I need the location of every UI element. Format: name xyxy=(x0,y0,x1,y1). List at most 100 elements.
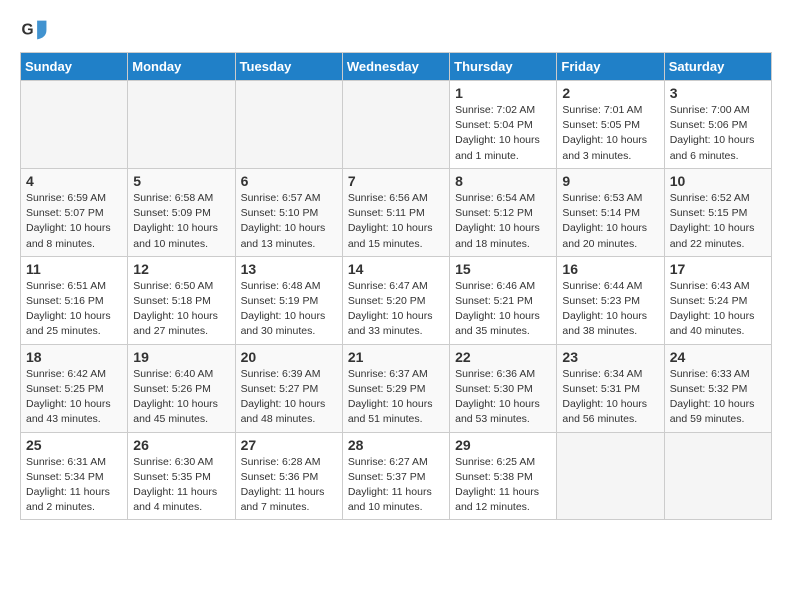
calendar-week-row: 18 Sunrise: 6:42 AM Sunset: 5:25 PM Dayli… xyxy=(21,344,772,432)
day-number: 28 xyxy=(348,437,444,453)
day-number: 24 xyxy=(670,349,766,365)
day-info: Sunrise: 7:01 AM Sunset: 5:05 PM Dayligh… xyxy=(562,103,658,164)
day-info: Sunrise: 6:27 AM Sunset: 5:37 PM Dayligh… xyxy=(348,455,444,516)
calendar-day-cell: 12 Sunrise: 6:50 AM Sunset: 5:18 PM Dayli… xyxy=(128,256,235,344)
day-info: Sunrise: 6:40 AM Sunset: 5:26 PM Dayligh… xyxy=(133,367,229,428)
calendar-day-cell: 1 Sunrise: 7:02 AM Sunset: 5:04 PM Daylig… xyxy=(450,81,557,169)
day-info: Sunrise: 7:00 AM Sunset: 5:06 PM Dayligh… xyxy=(670,103,766,164)
day-info: Sunrise: 6:34 AM Sunset: 5:31 PM Dayligh… xyxy=(562,367,658,428)
day-info: Sunrise: 6:28 AM Sunset: 5:36 PM Dayligh… xyxy=(241,455,337,516)
day-number: 7 xyxy=(348,173,444,189)
weekday-header-cell: Friday xyxy=(557,53,664,81)
calendar-day-cell: 22 Sunrise: 6:36 AM Sunset: 5:30 PM Dayli… xyxy=(450,344,557,432)
day-info: Sunrise: 6:59 AM Sunset: 5:07 PM Dayligh… xyxy=(26,191,122,252)
calendar-day-cell: 7 Sunrise: 6:56 AM Sunset: 5:11 PM Daylig… xyxy=(342,168,449,256)
calendar-day-cell: 13 Sunrise: 6:48 AM Sunset: 5:19 PM Dayli… xyxy=(235,256,342,344)
day-info: Sunrise: 6:48 AM Sunset: 5:19 PM Dayligh… xyxy=(241,279,337,340)
day-number: 19 xyxy=(133,349,229,365)
day-number: 12 xyxy=(133,261,229,277)
day-number: 20 xyxy=(241,349,337,365)
calendar-week-row: 1 Sunrise: 7:02 AM Sunset: 5:04 PM Daylig… xyxy=(21,81,772,169)
day-info: Sunrise: 6:50 AM Sunset: 5:18 PM Dayligh… xyxy=(133,279,229,340)
day-info: Sunrise: 6:39 AM Sunset: 5:27 PM Dayligh… xyxy=(241,367,337,428)
day-number: 13 xyxy=(241,261,337,277)
day-number: 29 xyxy=(455,437,551,453)
day-number: 27 xyxy=(241,437,337,453)
day-number: 23 xyxy=(562,349,658,365)
calendar-day-cell: 8 Sunrise: 6:54 AM Sunset: 5:12 PM Daylig… xyxy=(450,168,557,256)
calendar-day-cell: 11Sunrise: 6:51 AM Sunset: 5:16 PM Dayli… xyxy=(21,256,128,344)
day-number: 10 xyxy=(670,173,766,189)
day-info: Sunrise: 6:53 AM Sunset: 5:14 PM Dayligh… xyxy=(562,191,658,252)
day-info: Sunrise: 6:36 AM Sunset: 5:30 PM Dayligh… xyxy=(455,367,551,428)
weekday-header-cell: Monday xyxy=(128,53,235,81)
calendar-week-row: 11Sunrise: 6:51 AM Sunset: 5:16 PM Dayli… xyxy=(21,256,772,344)
weekday-header-cell: Sunday xyxy=(21,53,128,81)
day-info: Sunrise: 6:25 AM Sunset: 5:38 PM Dayligh… xyxy=(455,455,551,516)
day-info: Sunrise: 6:44 AM Sunset: 5:23 PM Dayligh… xyxy=(562,279,658,340)
calendar-week-row: 4 Sunrise: 6:59 AM Sunset: 5:07 PM Daylig… xyxy=(21,168,772,256)
day-info: Sunrise: 6:54 AM Sunset: 5:12 PM Dayligh… xyxy=(455,191,551,252)
svg-text:G: G xyxy=(22,22,34,39)
day-number: 15 xyxy=(455,261,551,277)
day-number: 16 xyxy=(562,261,658,277)
day-number: 25 xyxy=(26,437,122,453)
day-number: 11 xyxy=(26,261,122,277)
day-info: Sunrise: 6:56 AM Sunset: 5:11 PM Dayligh… xyxy=(348,191,444,252)
weekday-header-cell: Wednesday xyxy=(342,53,449,81)
logo-icon: G xyxy=(20,16,48,44)
day-number: 3 xyxy=(670,85,766,101)
calendar-day-cell: 5 Sunrise: 6:58 AM Sunset: 5:09 PM Daylig… xyxy=(128,168,235,256)
day-info: Sunrise: 6:31 AM Sunset: 5:34 PM Dayligh… xyxy=(26,455,122,516)
day-info: Sunrise: 6:33 AM Sunset: 5:32 PM Dayligh… xyxy=(670,367,766,428)
calendar-day-cell xyxy=(664,432,771,520)
day-number: 18 xyxy=(26,349,122,365)
day-info: Sunrise: 6:46 AM Sunset: 5:21 PM Dayligh… xyxy=(455,279,551,340)
day-info: Sunrise: 6:43 AM Sunset: 5:24 PM Dayligh… xyxy=(670,279,766,340)
day-number: 4 xyxy=(26,173,122,189)
calendar-day-cell: 17 Sunrise: 6:43 AM Sunset: 5:24 PM Dayli… xyxy=(664,256,771,344)
calendar-day-cell: 9 Sunrise: 6:53 AM Sunset: 5:14 PM Daylig… xyxy=(557,168,664,256)
calendar-day-cell: 15 Sunrise: 6:46 AM Sunset: 5:21 PM Dayli… xyxy=(450,256,557,344)
calendar-day-cell: 4 Sunrise: 6:59 AM Sunset: 5:07 PM Daylig… xyxy=(21,168,128,256)
page-header: G xyxy=(20,16,772,44)
calendar-day-cell: 24 Sunrise: 6:33 AM Sunset: 5:32 PM Dayli… xyxy=(664,344,771,432)
calendar-day-cell: 3 Sunrise: 7:00 AM Sunset: 5:06 PM Daylig… xyxy=(664,81,771,169)
day-number: 2 xyxy=(562,85,658,101)
weekday-header-cell: Saturday xyxy=(664,53,771,81)
calendar-day-cell xyxy=(235,81,342,169)
calendar-day-cell: 28 Sunrise: 6:27 AM Sunset: 5:37 PM Dayli… xyxy=(342,432,449,520)
calendar-day-cell: 14 Sunrise: 6:47 AM Sunset: 5:20 PM Dayli… xyxy=(342,256,449,344)
day-info: Sunrise: 6:42 AM Sunset: 5:25 PM Dayligh… xyxy=(26,367,122,428)
day-info: Sunrise: 6:47 AM Sunset: 5:20 PM Dayligh… xyxy=(348,279,444,340)
day-number: 5 xyxy=(133,173,229,189)
calendar-day-cell: 2 Sunrise: 7:01 AM Sunset: 5:05 PM Daylig… xyxy=(557,81,664,169)
day-number: 22 xyxy=(455,349,551,365)
weekday-header-row: SundayMondayTuesdayWednesdayThursdayFrid… xyxy=(21,53,772,81)
calendar-table: SundayMondayTuesdayWednesdayThursdayFrid… xyxy=(20,52,772,520)
calendar-day-cell xyxy=(557,432,664,520)
day-info: Sunrise: 6:58 AM Sunset: 5:09 PM Dayligh… xyxy=(133,191,229,252)
calendar-week-row: 25 Sunrise: 6:31 AM Sunset: 5:34 PM Dayli… xyxy=(21,432,772,520)
day-number: 1 xyxy=(455,85,551,101)
calendar-day-cell: 18 Sunrise: 6:42 AM Sunset: 5:25 PM Dayli… xyxy=(21,344,128,432)
day-number: 26 xyxy=(133,437,229,453)
day-info: Sunrise: 6:37 AM Sunset: 5:29 PM Dayligh… xyxy=(348,367,444,428)
calendar-day-cell: 20 Sunrise: 6:39 AM Sunset: 5:27 PM Dayli… xyxy=(235,344,342,432)
calendar-day-cell: 25 Sunrise: 6:31 AM Sunset: 5:34 PM Dayli… xyxy=(21,432,128,520)
day-number: 9 xyxy=(562,173,658,189)
day-info: Sunrise: 7:02 AM Sunset: 5:04 PM Dayligh… xyxy=(455,103,551,164)
day-number: 14 xyxy=(348,261,444,277)
weekday-header-cell: Tuesday xyxy=(235,53,342,81)
calendar-day-cell xyxy=(342,81,449,169)
calendar-day-cell: 29 Sunrise: 6:25 AM Sunset: 5:38 PM Dayli… xyxy=(450,432,557,520)
calendar-day-cell: 21Sunrise: 6:37 AM Sunset: 5:29 PM Dayli… xyxy=(342,344,449,432)
day-number: 8 xyxy=(455,173,551,189)
day-info: Sunrise: 6:52 AM Sunset: 5:15 PM Dayligh… xyxy=(670,191,766,252)
day-info: Sunrise: 6:57 AM Sunset: 5:10 PM Dayligh… xyxy=(241,191,337,252)
calendar-day-cell: 27 Sunrise: 6:28 AM Sunset: 5:36 PM Dayli… xyxy=(235,432,342,520)
weekday-header-cell: Thursday xyxy=(450,53,557,81)
day-number: 17 xyxy=(670,261,766,277)
calendar-body: 1 Sunrise: 7:02 AM Sunset: 5:04 PM Daylig… xyxy=(21,81,772,520)
logo: G xyxy=(20,16,52,44)
